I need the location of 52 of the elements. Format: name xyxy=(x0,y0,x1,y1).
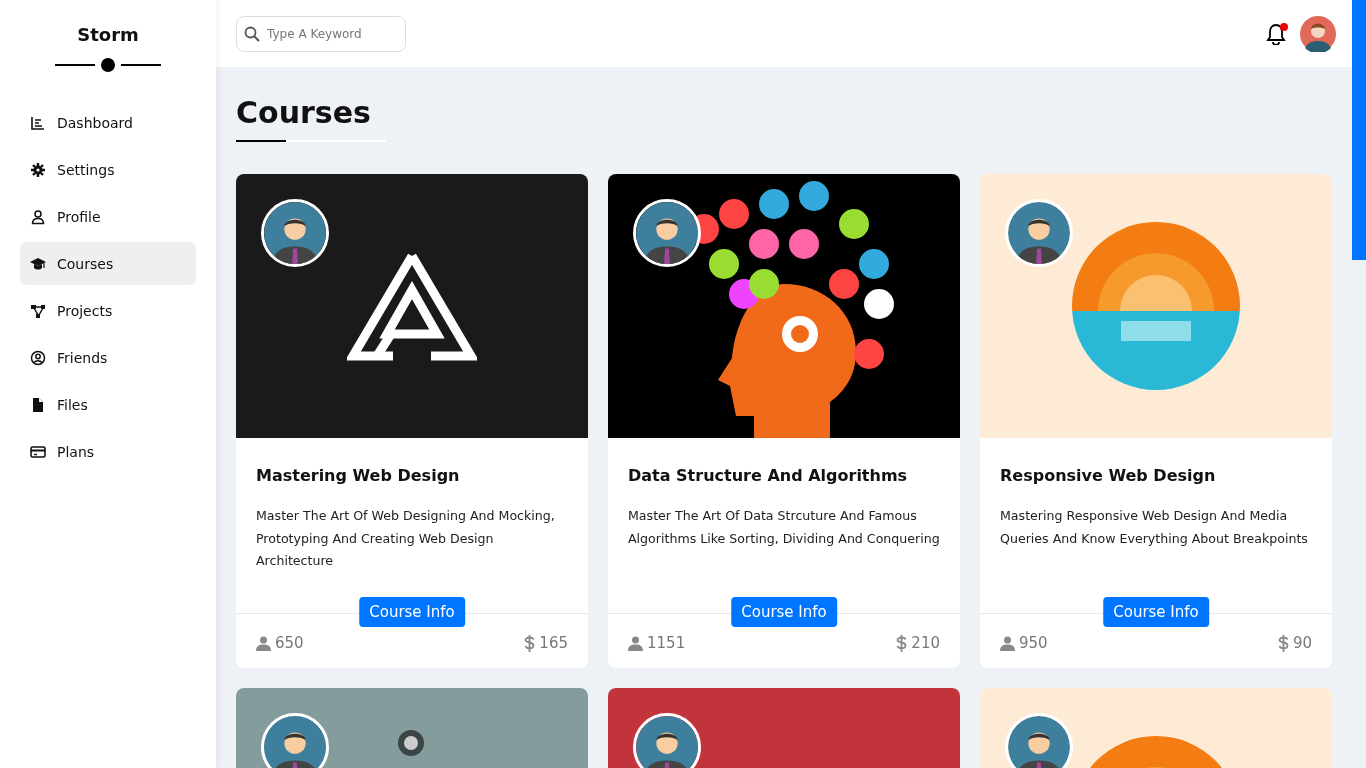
sidebar-item[interactable]: Plans xyxy=(20,430,196,473)
graduation-cap-icon xyxy=(30,255,46,272)
avatar-silhouette xyxy=(1005,199,1073,267)
course-title: Data Structure And Algorithms xyxy=(628,466,909,485)
dollar-icon xyxy=(896,634,908,652)
bell-icon[interactable] xyxy=(1266,22,1288,45)
card-icon xyxy=(30,443,46,460)
person-icon xyxy=(628,635,643,651)
avatar-silhouette xyxy=(261,713,329,768)
avatar-silhouette xyxy=(1005,713,1073,768)
file-icon xyxy=(30,396,46,413)
course-title: Responsive Web Design xyxy=(1000,466,1217,485)
course-description: Mastering Responsive Web Design And Media Queries And Know Everything About Breakpoints xyxy=(1000,507,1309,548)
scrollbar-thumb[interactable] xyxy=(1352,0,1366,260)
student-count: 650 xyxy=(275,634,304,652)
sidebar-item[interactable]: Projects xyxy=(20,289,196,332)
course-price: 210 xyxy=(911,634,940,652)
student-count: 950 xyxy=(1019,634,1048,652)
brand-name: Storm xyxy=(76,23,140,45)
sidebar-item[interactable]: Courses xyxy=(20,242,196,285)
divider-dot-icon xyxy=(55,57,161,73)
avatar-silhouette xyxy=(633,713,701,768)
search-field[interactable]: Type A Keyword xyxy=(236,15,406,52)
dollar-icon xyxy=(1277,634,1289,652)
avatar-silhouette xyxy=(261,199,329,267)
person-icon xyxy=(30,208,46,225)
course-price: 90 xyxy=(1292,634,1312,652)
sidebar-item[interactable]: Friends xyxy=(20,336,196,379)
sidebar-item[interactable]: Settings xyxy=(20,148,196,191)
person-icon xyxy=(256,635,271,651)
pin-drawing xyxy=(396,728,426,758)
chart-icon xyxy=(30,114,46,131)
person-circle-icon xyxy=(30,349,46,366)
course-description: Master The Art Of Data Strcuture And Famous Algorithms Like Sorting, Dividing And Conquering xyxy=(628,507,940,548)
course-description: Master The Art Of Web Designing And Mocking, Prototyping And Creating Web Design Architecture xyxy=(256,507,556,570)
page-title: Courses xyxy=(236,95,371,130)
sidebar-item[interactable]: Profile xyxy=(20,195,196,238)
student-count: 1151 xyxy=(647,634,686,652)
gear-icon xyxy=(30,161,46,178)
user-avatar[interactable] xyxy=(1300,15,1336,52)
person-icon xyxy=(1000,635,1015,651)
nodes-icon xyxy=(30,302,46,319)
sidebar-item[interactable]: Files xyxy=(20,383,196,426)
dollar-icon xyxy=(524,634,536,652)
search-icon xyxy=(244,25,260,42)
sidebar-item[interactable]: Dashboard xyxy=(20,101,196,144)
course-info-button[interactable]: Course Info xyxy=(359,597,465,627)
course-title: Mastering Web Design xyxy=(256,466,461,485)
course-info-button[interactable]: Course Info xyxy=(731,597,837,627)
course-price: 165 xyxy=(539,634,568,652)
course-info-button[interactable]: Course Info xyxy=(1103,597,1209,627)
avatar-silhouette xyxy=(633,199,701,267)
